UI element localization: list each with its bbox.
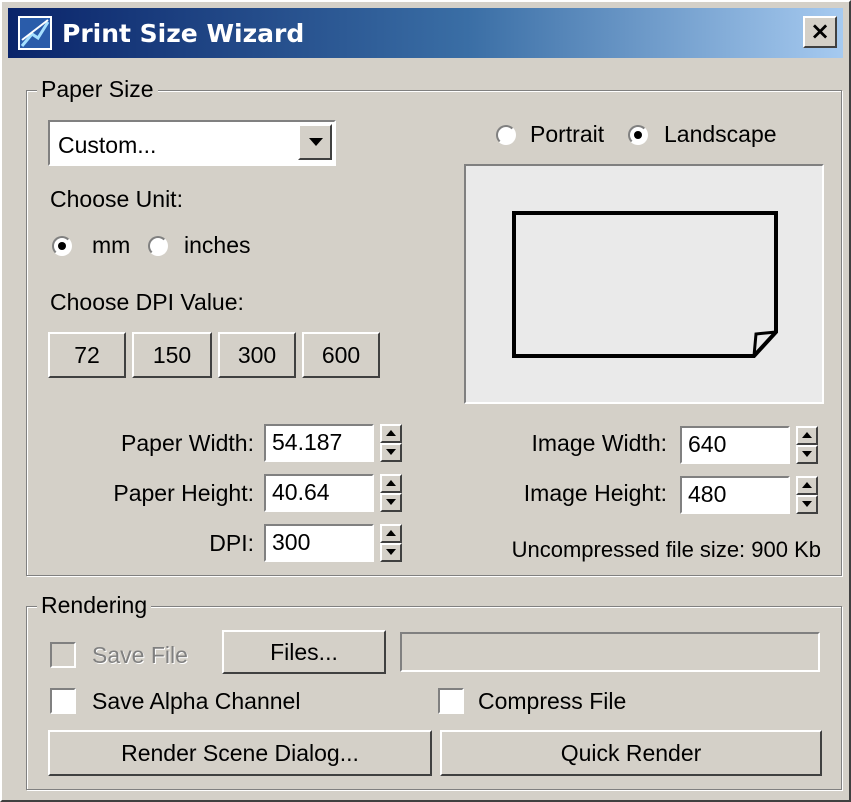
uncompressed-file-size: Uncompressed file size: 900 Kb	[511, 537, 821, 562]
render-scene-dialog-button[interactable]: Render Scene Dialog...	[48, 730, 432, 776]
spin-down-icon[interactable]	[380, 543, 402, 562]
image-height-value: 480	[688, 481, 727, 507]
paper-size-legend: Paper Size	[37, 76, 158, 103]
paper-preset-dropdown[interactable]: Custom...	[48, 120, 336, 166]
image-width-input[interactable]: 640	[680, 426, 790, 464]
dpi-label: DPI:	[209, 530, 254, 556]
dpi-300-button[interactable]: 300	[218, 332, 296, 378]
paper-preview	[464, 164, 824, 404]
unit-mm-radio[interactable]	[52, 236, 72, 256]
landscape-radio[interactable]	[628, 125, 648, 145]
paper-width-value: 54.187	[272, 429, 343, 455]
dpi-spinner[interactable]	[380, 524, 402, 562]
save-alpha-checkbox[interactable]	[50, 688, 76, 714]
dpi-600-button[interactable]: 600	[302, 332, 380, 378]
paper-width-label: Paper Width:	[121, 430, 254, 456]
image-width-value: 640	[688, 431, 727, 457]
save-file-checkbox[interactable]	[50, 642, 76, 668]
portrait-label[interactable]: Portrait	[530, 121, 604, 148]
dpi-value: 300	[272, 529, 311, 555]
image-height-spinner[interactable]	[796, 476, 818, 514]
save-alpha-label[interactable]: Save Alpha Channel	[92, 688, 300, 715]
choose-unit-label: Choose Unit:	[50, 186, 183, 212]
unit-mm-label[interactable]: mm	[92, 232, 130, 259]
dpi-72-label: 72	[74, 342, 100, 368]
unit-inches-radio[interactable]	[148, 236, 168, 256]
quick-render-button[interactable]: Quick Render	[440, 730, 822, 776]
print-size-wizard-window: Print Size Wizard × Paper Size Custom...…	[0, 0, 851, 802]
spin-down-icon[interactable]	[796, 495, 818, 514]
image-height-input[interactable]: 480	[680, 476, 790, 514]
paper-width-input[interactable]: 54.187	[264, 424, 374, 462]
close-icon: ×	[809, 17, 831, 45]
title-bar[interactable]: Print Size Wizard ×	[8, 8, 843, 58]
compress-file-label[interactable]: Compress File	[478, 688, 626, 715]
paper-preset-value: Custom...	[58, 132, 157, 158]
dpi-input[interactable]: 300	[264, 524, 374, 562]
paper-height-spinner[interactable]	[380, 474, 402, 512]
dpi-72-button[interactable]: 72	[48, 332, 126, 378]
paper-height-value: 40.64	[272, 479, 330, 505]
image-width-label: Image Width:	[531, 430, 668, 456]
image-width-spinner[interactable]	[796, 426, 818, 464]
render-scene-dialog-label: Render Scene Dialog...	[121, 740, 359, 766]
file-path-input[interactable]	[400, 632, 820, 672]
dpi-600-label: 600	[321, 342, 361, 368]
spin-down-icon[interactable]	[380, 443, 402, 462]
rendering-legend: Rendering	[37, 592, 152, 619]
dpi-150-label: 150	[152, 342, 192, 368]
files-button[interactable]: Files...	[222, 630, 386, 674]
portrait-radio[interactable]	[496, 125, 516, 145]
app-icon	[18, 16, 52, 50]
spin-down-icon[interactable]	[796, 445, 818, 464]
spin-up-icon[interactable]	[380, 424, 402, 443]
unit-inches-label[interactable]: inches	[184, 232, 250, 259]
spin-up-icon[interactable]	[796, 476, 818, 495]
page-landscape-icon	[512, 211, 778, 358]
close-button[interactable]: ×	[803, 16, 837, 48]
paper-height-input[interactable]: 40.64	[264, 474, 374, 512]
landscape-label[interactable]: Landscape	[664, 121, 777, 148]
save-file-label[interactable]: Save File	[92, 642, 188, 669]
dpi-300-label: 300	[237, 342, 277, 368]
image-height-label: Image Height:	[523, 480, 667, 506]
choose-dpi-label: Choose DPI Value:	[50, 289, 244, 315]
paper-width-spinner[interactable]	[380, 424, 402, 462]
spin-up-icon[interactable]	[380, 474, 402, 493]
files-button-label: Files...	[270, 639, 338, 665]
spin-up-icon[interactable]	[796, 426, 818, 445]
spin-down-icon[interactable]	[380, 493, 402, 512]
paper-height-label: Paper Height:	[113, 480, 254, 506]
compress-file-checkbox[interactable]	[438, 688, 464, 714]
dpi-150-button[interactable]: 150	[132, 332, 212, 378]
quick-render-label: Quick Render	[560, 740, 702, 766]
spin-up-icon[interactable]	[380, 524, 402, 543]
window-title: Print Size Wizard	[62, 19, 305, 48]
dropdown-arrow-icon[interactable]	[298, 124, 332, 160]
